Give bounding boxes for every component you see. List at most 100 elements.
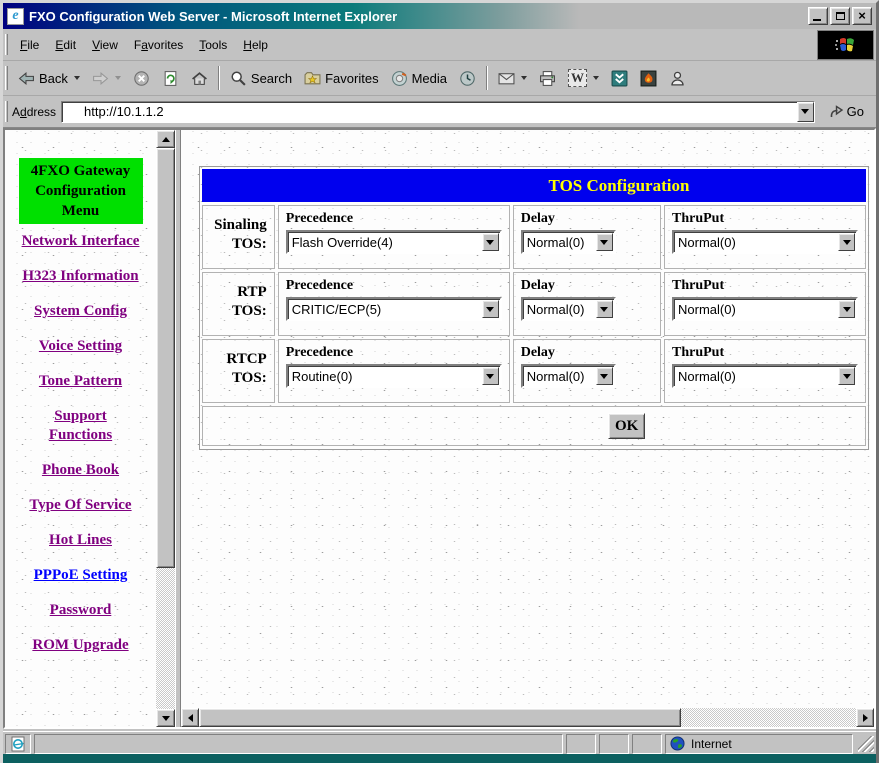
menu-edit[interactable]: Edit xyxy=(47,35,84,55)
select-dropdown-button[interactable] xyxy=(596,367,613,385)
toolbar-separator xyxy=(218,66,220,90)
forward-dropdown-icon[interactable] xyxy=(115,76,121,80)
select-dropdown-button[interactable] xyxy=(838,233,855,251)
go-button[interactable]: Go xyxy=(823,102,872,121)
stop-button[interactable] xyxy=(127,66,156,91)
rtp-delay-select[interactable]: Normal(0) xyxy=(521,297,616,321)
media-button[interactable]: Media xyxy=(385,66,453,91)
scroll-right-button[interactable] xyxy=(856,708,874,727)
signaling-precedence-select[interactable]: Flash Override(4) xyxy=(286,230,502,254)
sidebar-vertical-scrollbar xyxy=(156,130,175,727)
addressbar-gripper[interactable] xyxy=(5,101,8,123)
rtp-thruput-select[interactable]: Normal(0) xyxy=(672,297,858,321)
search-button[interactable]: Search xyxy=(224,66,298,91)
scroll-left-button[interactable] xyxy=(181,708,199,727)
delay-label: Delay xyxy=(521,211,653,227)
chevron-down-icon xyxy=(600,240,608,245)
scroll-up-button[interactable] xyxy=(156,130,175,148)
triangle-up-icon xyxy=(162,137,170,142)
status-message-pane xyxy=(34,734,563,754)
related-links-button[interactable] xyxy=(605,66,634,91)
history-button[interactable] xyxy=(453,66,482,91)
sidebar-item-support-functions[interactable]: Support Functions xyxy=(22,407,140,445)
menubar-gripper[interactable] xyxy=(5,34,8,56)
edit-with-word-button[interactable]: W xyxy=(562,65,605,91)
sidebar-item-phone-book[interactable]: Phone Book xyxy=(22,461,140,480)
ok-button[interactable]: OK xyxy=(608,413,645,439)
select-dropdown-button[interactable] xyxy=(482,367,499,385)
print-button[interactable] xyxy=(533,66,562,91)
maximize-button[interactable] xyxy=(830,7,850,25)
scrollbar-thumb[interactable] xyxy=(199,708,681,727)
zone-label: Internet xyxy=(691,737,732,751)
menu-help[interactable]: Help xyxy=(235,35,276,55)
sidebar-item-h323-information[interactable]: H323 Information xyxy=(22,267,140,286)
refresh-icon xyxy=(162,70,179,87)
back-dropdown-icon[interactable] xyxy=(74,76,80,80)
print-icon xyxy=(539,70,556,87)
thruput-label: ThruPut xyxy=(672,211,858,227)
select-dropdown-button[interactable] xyxy=(482,300,499,318)
address-field xyxy=(61,101,815,123)
scrollbar-track[interactable] xyxy=(156,568,175,709)
scrollbar-track[interactable] xyxy=(681,708,856,727)
address-dropdown-button[interactable] xyxy=(797,102,814,122)
select-dropdown-button[interactable] xyxy=(482,233,499,251)
sidebar-item-network-interface[interactable]: Network Interface xyxy=(22,232,140,251)
chevron-down-icon xyxy=(486,307,494,312)
rtcp-delay-select[interactable]: Normal(0) xyxy=(521,364,616,388)
sidebar-item-voice-setting[interactable]: Voice Setting xyxy=(22,337,140,356)
signaling-thruput-select[interactable]: Normal(0) xyxy=(672,230,858,254)
status-pane xyxy=(632,734,662,754)
mail-button[interactable] xyxy=(492,66,533,91)
sidebar-item-rom-upgrade[interactable]: ROM Upgrade xyxy=(22,636,140,655)
rtp-precedence-select[interactable]: CRITIC/ECP(5) xyxy=(286,297,502,321)
delay-label: Delay xyxy=(521,278,653,294)
edit-dropdown-icon[interactable] xyxy=(593,76,599,80)
main-frame: TOS Configuration Sinaling TOS: Preceden… xyxy=(181,130,874,727)
toolbar-gripper[interactable] xyxy=(5,66,8,90)
table-row: Sinaling TOS: Precedence Flash Override(… xyxy=(202,205,866,269)
address-bar: Address Go xyxy=(3,96,876,128)
go-arrow-icon xyxy=(829,105,844,119)
forward-icon xyxy=(92,70,109,87)
messenger-button[interactable] xyxy=(663,66,692,91)
rtcp-precedence-select[interactable]: Routine(0) xyxy=(286,364,502,388)
menu-favorites[interactable]: Favorites xyxy=(126,35,191,55)
close-button[interactable]: × xyxy=(852,7,872,25)
sidebar-item-tone-pattern[interactable]: Tone Pattern xyxy=(22,372,140,391)
resize-grip[interactable] xyxy=(858,736,874,752)
media-player-button[interactable] xyxy=(634,66,663,91)
favorites-button[interactable]: Favorites xyxy=(298,66,384,91)
forward-button[interactable] xyxy=(86,66,127,91)
home-icon xyxy=(191,70,208,87)
mail-dropdown-icon[interactable] xyxy=(521,76,527,80)
sidebar-item-system-config[interactable]: System Config xyxy=(22,302,140,321)
menu-file[interactable]: File xyxy=(12,35,47,55)
triangle-down-icon xyxy=(162,716,170,721)
ie-logo-icon: e xyxy=(7,8,24,25)
address-input[interactable] xyxy=(62,104,797,119)
row-label-signaling: Sinaling TOS: xyxy=(202,205,275,269)
refresh-button[interactable] xyxy=(156,66,185,91)
select-dropdown-button[interactable] xyxy=(838,300,855,318)
chevron-down-icon xyxy=(486,240,494,245)
row-label-rtp: RTP TOS: xyxy=(202,272,275,336)
sidebar-item-pppoe-setting[interactable]: PPPoE Setting xyxy=(22,566,140,585)
scroll-down-button[interactable] xyxy=(156,709,175,727)
sidebar-item-hot-lines[interactable]: Hot Lines xyxy=(22,531,140,550)
select-dropdown-button[interactable] xyxy=(838,367,855,385)
select-dropdown-button[interactable] xyxy=(596,233,613,251)
signaling-delay-select[interactable]: Normal(0) xyxy=(521,230,616,254)
menu-tools[interactable]: Tools xyxy=(191,35,235,55)
back-button[interactable]: Back xyxy=(12,66,86,91)
sidebar-item-password[interactable]: Password xyxy=(22,601,140,620)
sidebar-item-type-of-service[interactable]: Type Of Service xyxy=(22,496,140,515)
rtcp-thruput-select[interactable]: Normal(0) xyxy=(672,364,858,388)
address-label: Address xyxy=(12,105,56,119)
select-dropdown-button[interactable] xyxy=(596,300,613,318)
minimize-button[interactable] xyxy=(808,7,828,25)
menu-view[interactable]: View xyxy=(84,35,126,55)
scrollbar-thumb[interactable] xyxy=(156,148,175,568)
home-button[interactable] xyxy=(185,66,214,91)
